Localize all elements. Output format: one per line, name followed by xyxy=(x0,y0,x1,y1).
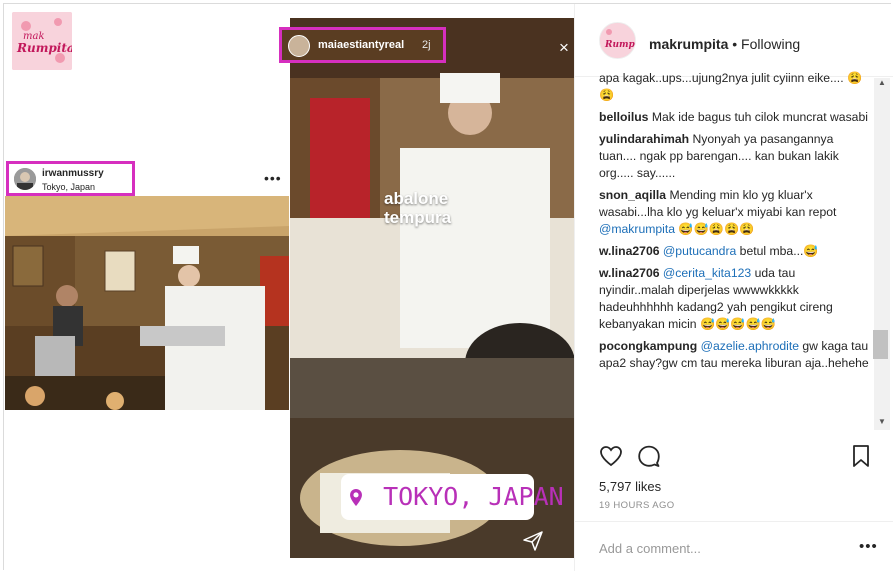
post-username[interactable]: irwanmussry xyxy=(42,168,104,179)
comment-mention[interactable]: @cerita_kita123 xyxy=(663,266,751,280)
story-header-highlight: maiaestiantyreal 2j xyxy=(279,27,446,63)
comment-item: w.lina2706 @putucandra betul mba...😅 xyxy=(599,243,873,260)
story-username[interactable]: maiaestiantyreal xyxy=(318,39,404,51)
comments-scrollbar[interactable] xyxy=(874,78,890,430)
heart-icon[interactable] xyxy=(599,444,623,468)
add-comment-more-icon[interactable]: ••• xyxy=(859,538,878,555)
svg-text:Rump: Rump xyxy=(604,40,636,50)
location-pin-icon xyxy=(350,489,362,506)
comment-item: apa kagak..ups...ujung2nya julit cyiinn … xyxy=(599,70,873,104)
sticker-line-1: abalone xyxy=(384,189,449,208)
post-actions xyxy=(575,436,893,476)
comment-item: belloilus Mak ide bagus tuh cilok muncra… xyxy=(599,109,873,126)
comment-username[interactable]: snon_aqilla xyxy=(599,188,666,202)
comment-mention[interactable]: @makrumpita xyxy=(599,222,675,236)
comment-item: pocongkampung @azelie.aphrodite gw kaga … xyxy=(599,338,873,372)
svg-text:Rumpita: Rumpita xyxy=(16,41,72,55)
pane-username[interactable]: makrumpita xyxy=(649,36,728,52)
makrumpita-logo: mak Rumpita xyxy=(12,12,72,70)
comment-text-after: 😅😅😩😩😩 xyxy=(675,222,755,236)
pane-separator: • xyxy=(728,36,742,52)
comment-mention[interactable]: @azelie.aphrodite xyxy=(701,339,799,353)
scroll-down-arrow-icon[interactable]: ▼ xyxy=(878,417,886,426)
abalone-tempura-sticker: abalone tempura xyxy=(384,189,451,227)
pane-avatar[interactable]: Rump xyxy=(599,22,636,59)
comment-username[interactable]: pocongkampung xyxy=(599,339,697,353)
likes-count[interactable]: 5,797 likes xyxy=(599,479,661,494)
comment-text: Mak ide bagus tuh cilok muncrat wasabi xyxy=(651,110,868,124)
close-icon[interactable]: × xyxy=(559,38,569,58)
comment-item: yulindarahimah Nyonyah ya pasangannya tu… xyxy=(599,131,873,182)
post-avatar[interactable] xyxy=(14,168,36,190)
comment-username[interactable]: w.lina2706 xyxy=(599,266,660,280)
post-location[interactable]: Tokyo, Japan xyxy=(42,182,95,192)
story-time: 2j xyxy=(422,39,431,51)
post-more-icon[interactable]: ••• xyxy=(264,170,282,186)
scroll-up-arrow-icon[interactable]: ▲ xyxy=(878,78,886,87)
comment-text-after: betul mba...😅 xyxy=(736,244,819,258)
comments-list: apa kagak..ups...ujung2nya julit cyiinn … xyxy=(599,70,873,430)
following-button[interactable]: Following xyxy=(741,36,800,52)
restaurant-photo xyxy=(5,196,289,410)
pane-header: Rump makrumpita • Following xyxy=(575,4,893,77)
post-media[interactable]: mak Rumpita irwanmussry Tokyo, Japan ••• xyxy=(4,4,574,571)
logo-graphic: mak Rumpita xyxy=(12,12,72,70)
post-header-highlight: irwanmussry Tokyo, Japan xyxy=(6,161,135,196)
comment-text: apa kagak..ups...ujung2nya julit cyiinn … xyxy=(599,71,863,102)
post-side-pane: Rump makrumpita • Following apa kagak..u… xyxy=(574,4,893,571)
comment-username[interactable]: w.lina2706 xyxy=(599,244,660,258)
restaurant-photo-graphic xyxy=(5,196,289,410)
sticker-line-2: tempura xyxy=(384,208,452,227)
send-icon[interactable] xyxy=(523,531,543,551)
scrollbar-thumb[interactable] xyxy=(873,330,888,359)
location-sticker-text: TOKYO, JAPAN xyxy=(383,482,564,511)
comment-item: w.lina2706 @cerita_kita123 uda tau nyind… xyxy=(599,265,873,333)
comment-icon[interactable] xyxy=(637,444,661,468)
pane-user-line: makrumpita • Following xyxy=(649,36,800,52)
comment-mention[interactable]: @putucandra xyxy=(663,244,736,258)
instagram-post-frame: mak Rumpita irwanmussry Tokyo, Japan ••• xyxy=(3,3,893,571)
post-time[interactable]: 19 HOURS AGO xyxy=(599,500,675,511)
add-comment-bar: Add a comment... ••• xyxy=(575,521,893,571)
comment-item: snon_aqilla Mending min klo yg kluar'x w… xyxy=(599,187,873,238)
bookmark-icon[interactable] xyxy=(851,444,871,468)
comment-username[interactable]: yulindarahimah xyxy=(599,132,689,146)
add-comment-input[interactable]: Add a comment... xyxy=(599,541,701,556)
location-sticker: TOKYO, JAPAN xyxy=(341,474,564,520)
story-avatar[interactable] xyxy=(288,35,310,57)
comment-username[interactable]: belloilus xyxy=(599,110,648,124)
